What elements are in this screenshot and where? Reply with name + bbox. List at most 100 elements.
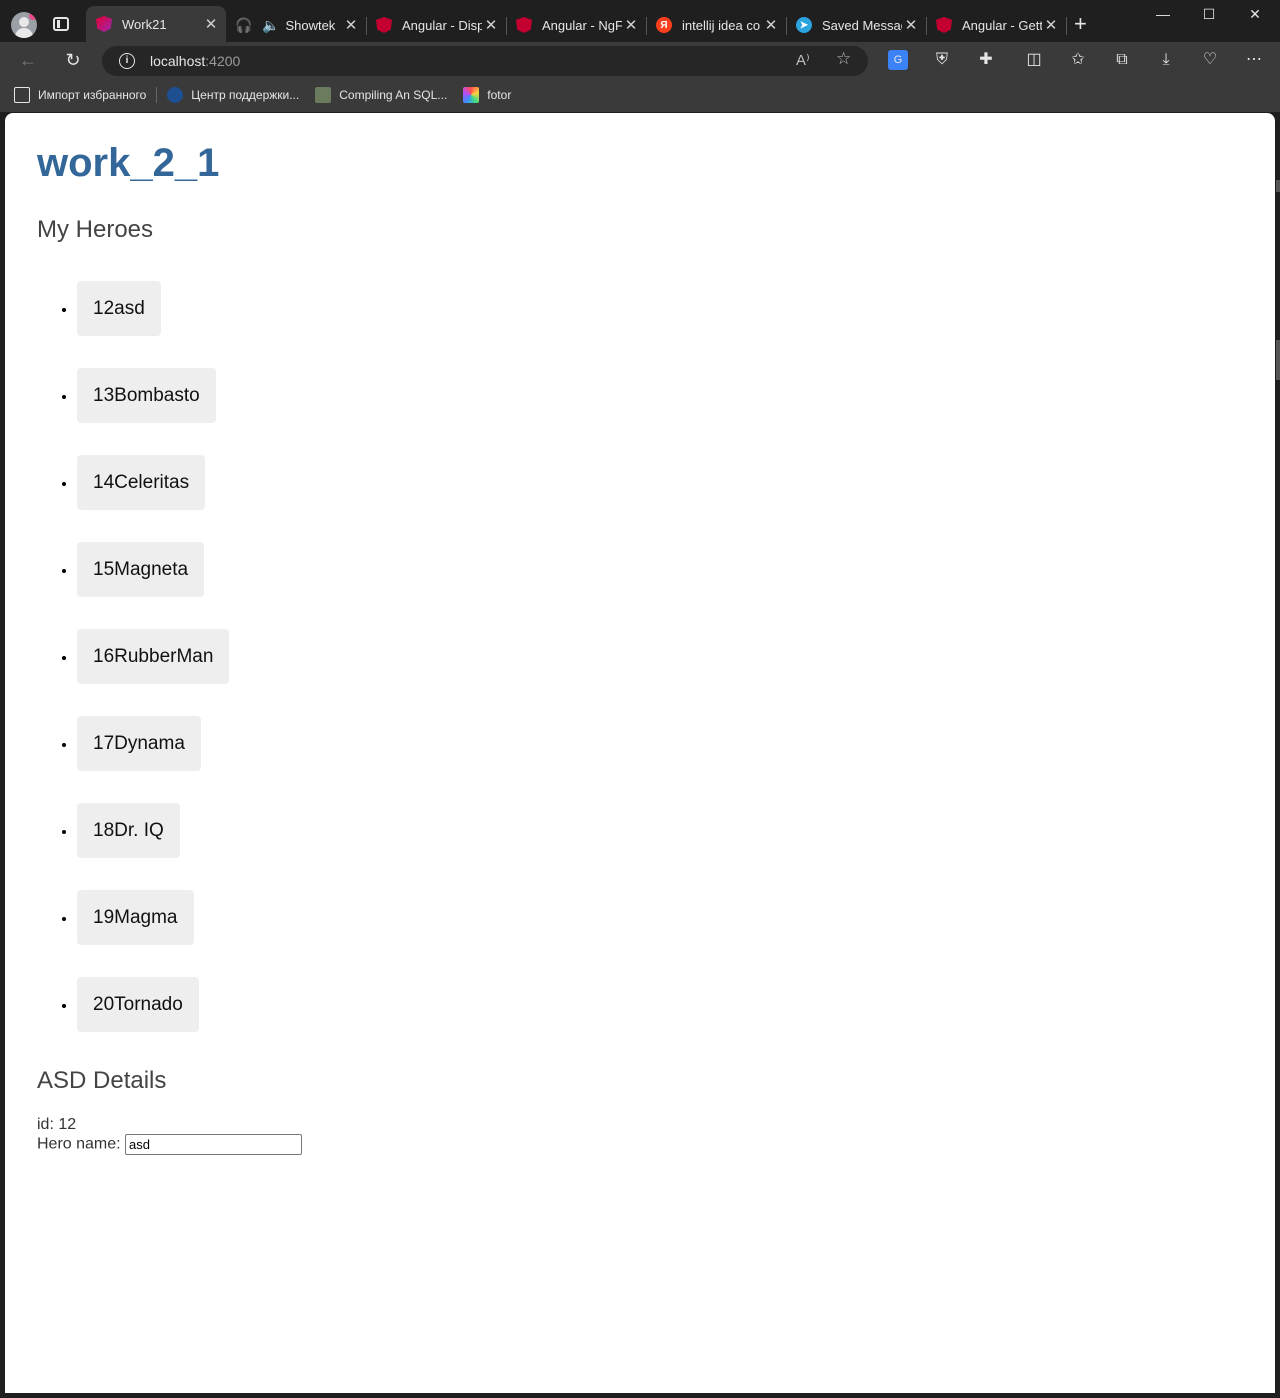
list-item: 17Dynama — [77, 716, 229, 803]
close-tab-icon[interactable]: ✕ — [482, 16, 500, 34]
close-tab-icon[interactable]: ✕ — [1042, 16, 1060, 34]
site-info-icon[interactable]: i — [119, 53, 135, 69]
split-screen-icon[interactable]: ◫ — [1024, 50, 1044, 70]
favorites-icon[interactable]: ✩ — [1068, 50, 1088, 70]
bookmark-label: Импорт избранного — [38, 88, 147, 102]
list-item: 20Tornado — [77, 977, 229, 1064]
audio-headset-icon: 🎧 — [235, 16, 253, 33]
hero-name: Magma — [114, 907, 178, 928]
address-bar[interactable]: i localhost:4200 A⁾ ☆ — [102, 46, 868, 76]
hero-button[interactable]: 18Dr. IQ — [77, 803, 180, 858]
bookmark-compiling-sql[interactable]: Compiling An SQL... — [315, 87, 447, 103]
hero-button[interactable]: 20Tornado — [77, 977, 199, 1032]
close-tab-icon[interactable]: ✕ — [342, 16, 360, 34]
hero-button[interactable]: 16RubberMan — [77, 629, 230, 684]
close-tab-icon[interactable]: ✕ — [622, 16, 640, 34]
list-item: 15Magneta — [77, 542, 229, 629]
tab-angular-gett[interactable]: Angular - Gett ✕ — [926, 8, 1067, 42]
scrollbar[interactable] — [1276, 180, 1280, 192]
bookmark-support-center[interactable]: Центр поддержки... — [167, 87, 299, 103]
tab-strip: Work21 ✕ 🎧 🔈 Showtek ✕ Angular - Disp ✕ … — [0, 0, 1280, 48]
tab-actions-icon[interactable] — [53, 17, 69, 31]
refresh-icon[interactable]: ↻ — [61, 48, 85, 72]
tab-title: Angular - NgF — [542, 17, 622, 33]
close-tab-icon[interactable]: ✕ — [902, 16, 920, 34]
translate-extension-icon[interactable]: G — [888, 50, 908, 70]
hero-name-label: Hero name: — [37, 1135, 126, 1153]
favorite-star-icon[interactable]: ☆ — [836, 49, 851, 69]
url-text[interactable]: localhost:4200 — [150, 53, 240, 69]
heroes-list: 12asd 13Bombasto 14Celeritas 15Magneta 1… — [37, 281, 230, 1064]
more-menu-icon[interactable]: ⋯ — [1244, 50, 1264, 70]
hero-name: Bombasto — [114, 385, 200, 406]
list-item: 12asd — [77, 281, 229, 368]
tab-title: Angular - Disp — [402, 17, 482, 33]
tab-intellij[interactable]: Я intellij idea co ✕ — [646, 8, 787, 42]
list-item: 13Bombasto — [77, 368, 229, 455]
tab-angular-ngf[interactable]: Angular - NgF ✕ — [506, 8, 647, 42]
heroes-heading: My Heroes — [37, 216, 154, 243]
downloads-icon[interactable]: ⤓ — [1156, 50, 1176, 70]
hero-name: asd — [114, 298, 145, 319]
scrollbar[interactable] — [1276, 340, 1280, 380]
tab-title: Showtek — [285, 17, 336, 33]
close-window-icon[interactable]: ✕ — [1232, 6, 1278, 23]
hero-id: 13 — [93, 385, 115, 406]
tab-angular-disp[interactable]: Angular - Disp ✕ — [366, 8, 507, 42]
tab-showtek[interactable]: 🎧 🔈 Showtek ✕ — [226, 8, 367, 42]
bookmark-label: fotor — [487, 88, 512, 102]
tab-saved-messages[interactable]: ➤ Saved Messag ✕ — [786, 8, 927, 42]
speaker-icon[interactable]: 🔈 — [262, 17, 279, 34]
hero-name-row: Hero name: — [37, 1134, 303, 1155]
hero-button[interactable]: 17Dynama — [77, 716, 201, 771]
new-tab-icon[interactable]: + — [1074, 13, 1087, 35]
bookmark-import-favorites[interactable]: Импорт избранного — [14, 87, 146, 103]
hero-details: id: 12 Hero name: — [37, 1115, 303, 1155]
hero-id: 15 — [93, 559, 115, 580]
close-tab-icon[interactable]: ✕ — [762, 16, 780, 34]
list-item: 16RubberMan — [77, 629, 230, 716]
close-tab-icon[interactable]: ✕ — [202, 15, 220, 33]
list-item: 14Celeritas — [77, 455, 229, 542]
hero-id-row: id: 12 — [37, 1115, 302, 1134]
hero-name: Dynama — [114, 733, 185, 754]
bookmark-label: Центр поддержки... — [191, 88, 300, 102]
hero-button[interactable]: 12asd — [77, 281, 161, 336]
extensions-puzzle-icon[interactable]: ✚ — [976, 50, 996, 70]
hero-button[interactable]: 14Celeritas — [77, 455, 206, 510]
hero-name-input[interactable] — [125, 1134, 303, 1155]
hero-button[interactable]: 15Magneta — [77, 542, 205, 597]
address-toolbar: ← ↻ i localhost:4200 A⁾ ☆ G ⛨ ✚ ◫ ✩ ⧉ ⤓ … — [0, 42, 1280, 78]
yandex-icon: Я — [656, 17, 672, 33]
hero-id: 18 — [93, 820, 115, 841]
angular-icon — [936, 17, 952, 33]
hero-button[interactable]: 13Bombasto — [77, 368, 216, 423]
read-aloud-icon[interactable]: A⁾ — [796, 51, 810, 69]
hero-name: Dr. IQ — [114, 820, 164, 841]
tab-work21[interactable]: Work21 ✕ — [86, 6, 226, 42]
bookmark-label: Compiling An SQL... — [339, 88, 448, 102]
back-icon[interactable]: ← — [16, 48, 40, 72]
telegram-icon: ➤ — [796, 17, 812, 33]
angular-icon — [376, 17, 392, 33]
hero-id: 12 — [93, 298, 115, 319]
hero-name: Celeritas — [114, 472, 190, 493]
shield-extension-icon[interactable]: ⛨ — [932, 50, 952, 70]
hero-name: Tornado — [114, 994, 183, 1015]
maximize-icon[interactable]: ☐ — [1186, 6, 1232, 23]
bookmark-fotor[interactable]: fotor — [463, 87, 511, 103]
hero-button[interactable]: 19Magma — [77, 890, 194, 945]
collections-icon[interactable]: ⧉ — [1112, 50, 1132, 70]
browser-essentials-icon[interactable]: ♡ — [1200, 50, 1220, 70]
fotor-icon — [463, 87, 480, 103]
profile-avatar-icon[interactable] — [11, 12, 37, 38]
support-center-icon — [167, 87, 184, 103]
hero-id: 16 — [93, 646, 115, 667]
minimize-icon[interactable]: — — [1140, 6, 1186, 22]
sql-icon — [315, 87, 332, 103]
tab-title: Work21 — [122, 16, 167, 32]
id-label: id: — [37, 1116, 59, 1133]
angular-gradient-icon — [96, 16, 112, 32]
angular-icon — [516, 17, 532, 33]
tab-title: Saved Messag — [822, 17, 902, 33]
